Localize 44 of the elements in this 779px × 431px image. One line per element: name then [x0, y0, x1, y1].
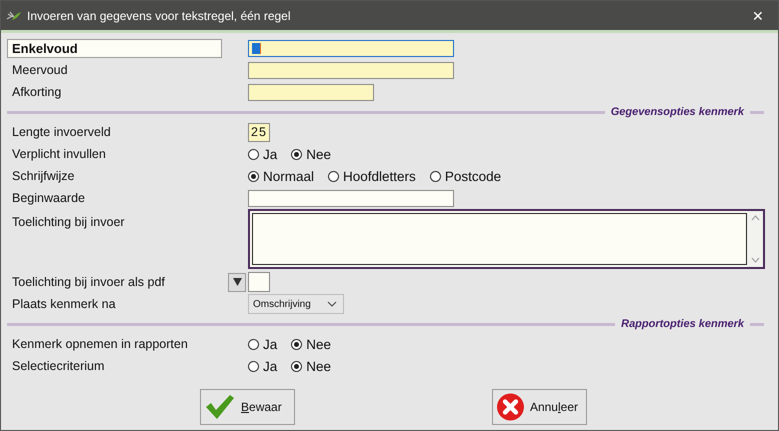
close-button[interactable]: ✕ [738, 8, 778, 24]
field-label: Afkorting [11, 84, 62, 101]
field-label: Plaats kenmerk na [11, 296, 117, 313]
section-title: Gegevensopties kenmerk [610, 106, 744, 118]
text-area[interactable] [248, 209, 765, 269]
field-label: Meervoud [11, 62, 69, 79]
scrollbar[interactable] [747, 211, 763, 267]
save-button[interactable]: Bewaar [200, 389, 295, 425]
chevron-down-icon[interactable] [750, 257, 760, 263]
chevron-up-icon[interactable] [750, 215, 760, 221]
radio-option[interactable]: Nee [291, 146, 332, 162]
radio-option[interactable]: Hoofdletters [328, 168, 416, 184]
checkmark-icon [205, 394, 235, 420]
leaf-icon [6, 10, 22, 22]
field-label: Verplicht invullen [11, 146, 107, 163]
text-field[interactable] [248, 84, 374, 100]
dropdown-button[interactable] [228, 272, 246, 292]
field-label: Beginwaarde [11, 190, 86, 207]
field-label: Kenmerk opnemen in rapporten [11, 336, 189, 353]
radio-option[interactable]: Postcode [430, 168, 502, 184]
text-field[interactable] [248, 40, 454, 56]
field-label: Toelichting bij invoer [11, 214, 126, 231]
text-field[interactable] [248, 62, 454, 78]
chevron-down-icon [327, 301, 337, 307]
field-label: Toelichting bij invoer als pdf [11, 274, 166, 291]
radio-option[interactable]: Normaal [248, 168, 314, 184]
triangle-down-icon [232, 278, 242, 286]
radio-option[interactable]: Nee [291, 358, 332, 374]
field-label: Lengte invoerveld [11, 124, 112, 141]
text-field[interactable] [248, 190, 454, 206]
window-title: Invoeren van gegevens voor tekstregel, één regel [27, 8, 292, 22]
dropdown[interactable]: Omschrijving [248, 294, 344, 314]
radio-option[interactable]: Ja [248, 336, 278, 352]
radio-option[interactable]: Nee [291, 336, 332, 352]
radio-option[interactable]: Ja [248, 146, 278, 162]
file-field[interactable] [248, 272, 270, 292]
cancel-button[interactable]: Annuleer [492, 389, 587, 425]
radio-option[interactable]: Ja [248, 358, 278, 374]
cross-icon [497, 392, 524, 422]
field-label: Enkelvoud [7, 38, 222, 58]
number-field[interactable]: 25 [248, 122, 270, 142]
field-label: Schrijfwijze [11, 168, 76, 185]
field-label: Selectiecriterium [11, 358, 106, 375]
section-title: Rapportopties kenmerk [621, 318, 744, 330]
